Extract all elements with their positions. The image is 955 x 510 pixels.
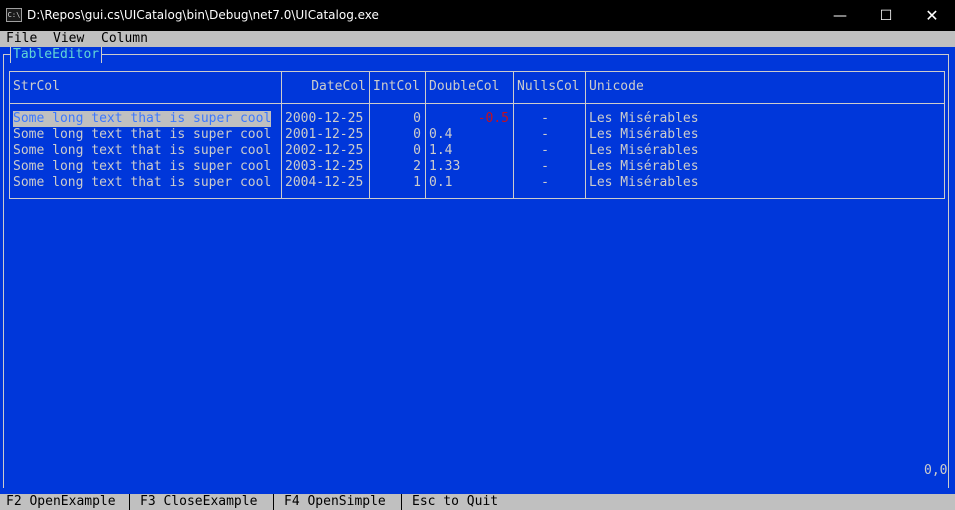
column-divider bbox=[281, 72, 282, 199]
minimize-button[interactable]: — bbox=[817, 0, 863, 31]
menu-view[interactable]: View bbox=[53, 31, 84, 47]
table-cell[interactable]: Some long text that is super cool bbox=[13, 127, 271, 143]
table-cell[interactable]: 0 bbox=[373, 143, 421, 159]
table-cell[interactable]: Les Misérables bbox=[589, 143, 699, 159]
table-cell[interactable]: - bbox=[517, 159, 573, 175]
status-open-example[interactable]: F2 OpenExample bbox=[6, 494, 116, 510]
table-cell[interactable]: 2 bbox=[373, 159, 421, 175]
table-cell[interactable]: 1.4 bbox=[429, 143, 452, 159]
table-cell[interactable]: 0.4 bbox=[429, 127, 452, 143]
status-open-simple[interactable]: F4 OpenSimple bbox=[284, 494, 386, 510]
table-cell[interactable]: - bbox=[517, 143, 573, 159]
column-divider bbox=[513, 72, 514, 199]
column-divider bbox=[585, 72, 586, 199]
table-cell[interactable]: - bbox=[517, 175, 573, 191]
column-header-doublecol[interactable]: DoubleCol bbox=[429, 79, 499, 95]
table-cell[interactable]: Les Misérables bbox=[589, 159, 699, 175]
table-cell[interactable]: 0.1 bbox=[429, 175, 452, 191]
table-cell[interactable]: Les Misérables bbox=[589, 127, 699, 143]
column-header-strcol[interactable]: StrCol bbox=[13, 79, 60, 95]
table-cell[interactable]: - bbox=[517, 127, 573, 143]
status-quit[interactable]: Esc to Quit bbox=[412, 494, 498, 510]
table-cell-negative[interactable]: -0.5 bbox=[429, 111, 509, 127]
window-title-bar[interactable]: C:\ D:\Repos\gui.cs\UICatalog\bin\Debug\… bbox=[0, 0, 955, 31]
status-close-example[interactable]: F3 CloseExample bbox=[140, 494, 257, 510]
window-title: D:\Repos\gui.cs\UICatalog\bin\Debug\net7… bbox=[27, 8, 379, 22]
menu-column[interactable]: Column bbox=[101, 31, 148, 47]
table-cell[interactable]: Some long text that is super cool bbox=[13, 159, 271, 175]
column-header-nullscol[interactable]: NullsCol bbox=[517, 79, 580, 95]
frame-title: TableEditor bbox=[10, 47, 103, 63]
table-cell[interactable]: 1.33 bbox=[429, 159, 460, 175]
table-cell[interactable]: Les Misérables bbox=[589, 111, 699, 127]
table-cell[interactable]: 2001-12-25 bbox=[285, 127, 363, 143]
menu-bar: File View Column bbox=[0, 31, 955, 47]
status-separator bbox=[401, 494, 402, 510]
status-separator bbox=[273, 494, 274, 510]
status-bar: F2 OpenExample F3 CloseExample F4 OpenSi… bbox=[0, 494, 955, 510]
column-divider bbox=[369, 72, 370, 199]
menu-file[interactable]: File bbox=[6, 31, 37, 47]
table-cell[interactable]: 0 bbox=[373, 127, 421, 143]
table-cell-selected[interactable]: Some long text that is super cool bbox=[13, 111, 272, 127]
table-cell[interactable]: Les Misérables bbox=[589, 175, 699, 191]
status-separator bbox=[129, 494, 130, 510]
header-separator bbox=[9, 103, 945, 104]
column-header-unicode[interactable]: Unicode bbox=[589, 79, 644, 95]
table-cell[interactable]: 2004-12-25 bbox=[285, 175, 363, 191]
table-cell[interactable]: 2003-12-25 bbox=[285, 159, 363, 175]
table-cell[interactable]: Some long text that is super cool bbox=[13, 143, 271, 159]
cursor-position-label: 0,0 bbox=[924, 463, 948, 478]
table-cell[interactable]: 1 bbox=[373, 175, 421, 191]
column-divider bbox=[425, 72, 426, 199]
column-header-datecol[interactable]: DateCol bbox=[285, 79, 366, 95]
close-button[interactable]: ✕ bbox=[909, 0, 955, 31]
table-cell[interactable]: 2000-12-25 bbox=[285, 111, 363, 127]
maximize-button[interactable]: ☐ bbox=[863, 0, 909, 31]
console-app-icon: C:\ bbox=[6, 8, 22, 22]
table-cell[interactable]: 0 bbox=[373, 111, 421, 127]
table-cell[interactable]: 2002-12-25 bbox=[285, 143, 363, 159]
table-cell[interactable]: - bbox=[517, 111, 573, 127]
column-header-intcol[interactable]: IntCol bbox=[373, 79, 420, 95]
table-cell[interactable]: Some long text that is super cool bbox=[13, 175, 271, 191]
